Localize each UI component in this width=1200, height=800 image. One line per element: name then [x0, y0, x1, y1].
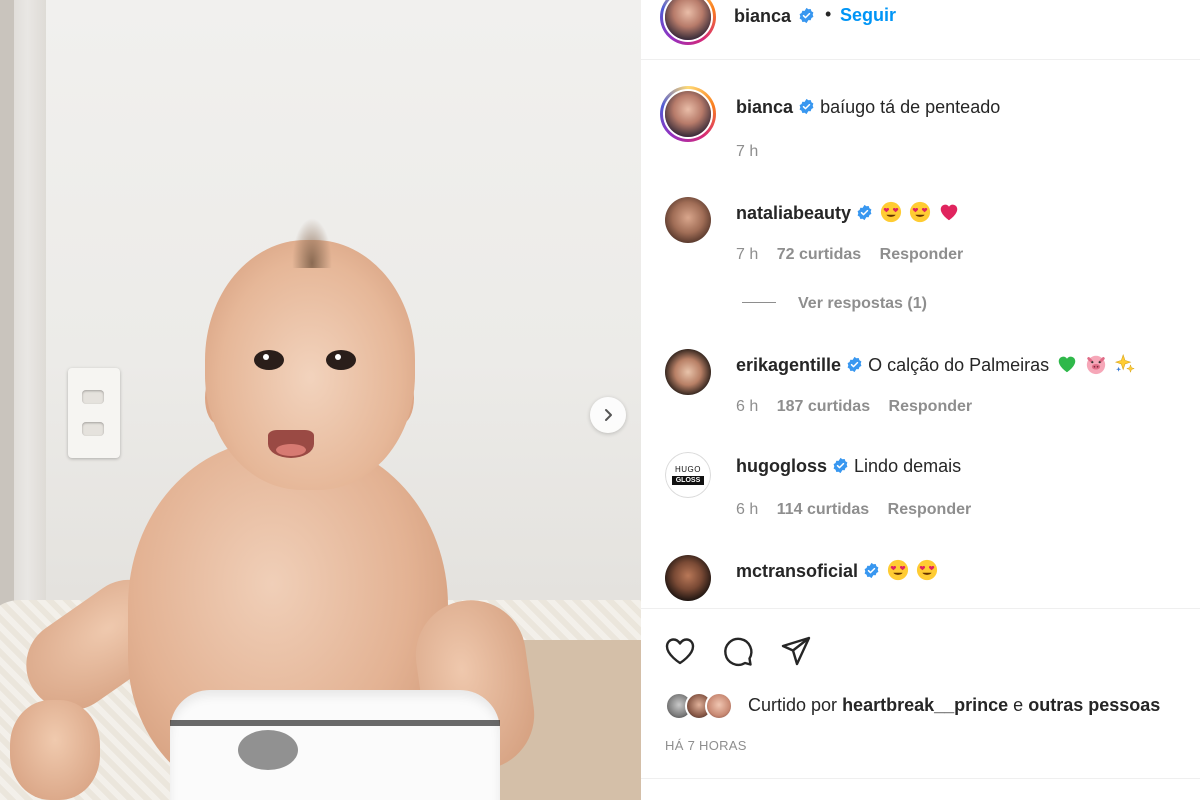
- verified-badge-icon: [833, 457, 848, 474]
- liked-by[interactable]: Curtido por heartbreak__prince e outras …: [665, 692, 1195, 722]
- verified-badge-icon: [864, 562, 879, 579]
- comment-icon[interactable]: [721, 634, 755, 668]
- post-details-panel: bianca • Seguir bianca baíugo tá de pent…: [641, 0, 1200, 800]
- reply-button[interactable]: Responder: [889, 398, 973, 415]
- view-replies-button[interactable]: Ver respostas (1): [742, 295, 927, 313]
- commenter-avatar[interactable]: [665, 555, 711, 601]
- baby-hand-left: [10, 700, 100, 800]
- baby-shorts: [170, 690, 500, 800]
- follow-button[interactable]: Seguir: [840, 5, 896, 26]
- caption-text: baíugo tá de penteado: [820, 97, 1001, 117]
- next-photo-button[interactable]: [590, 397, 626, 433]
- heart-eyes-emoji-icon: [910, 201, 931, 223]
- comment-time: 7 h: [736, 246, 759, 263]
- commenter-username[interactable]: nataliabeauty: [736, 203, 851, 223]
- verified-badge-icon: [857, 204, 872, 221]
- comment-time: 6 h: [736, 501, 759, 518]
- comment-text: Lindo demais: [854, 456, 962, 476]
- reply-button[interactable]: Responder: [880, 246, 964, 263]
- verified-badge-icon: [798, 7, 815, 27]
- caption-avatar[interactable]: [660, 86, 716, 142]
- actions-divider: [641, 608, 1200, 609]
- baby-mouth: [268, 430, 314, 458]
- commenter-avatar[interactable]: HUGO GLOSS: [665, 452, 711, 498]
- caption-time: 7 h: [736, 143, 759, 160]
- light-switch: [68, 368, 120, 458]
- author-avatar[interactable]: [660, 0, 716, 45]
- comment-time: 6 h: [736, 398, 759, 415]
- verified-badge-icon: [847, 356, 862, 373]
- liked-by-conj: e: [1013, 695, 1024, 715]
- comment-likes[interactable]: 72 curtidas: [777, 246, 861, 263]
- separator-dot: •: [825, 4, 832, 24]
- post-header: bianca • Seguir: [641, 0, 1200, 60]
- bottom-divider: [641, 778, 1200, 779]
- view-replies-label: Ver respostas (1): [798, 295, 927, 312]
- replies-line: [742, 302, 776, 303]
- heart-eyes-emoji-icon: [887, 559, 909, 581]
- hugogloss-logo: HUGO GLOSS: [665, 452, 711, 498]
- liker-avatar: [705, 692, 733, 720]
- commenter-username[interactable]: hugogloss: [736, 456, 827, 476]
- caption-username[interactable]: bianca: [736, 97, 793, 117]
- baby-head: [205, 240, 415, 490]
- liked-by-others[interactable]: outras pessoas: [1028, 695, 1160, 715]
- next-arrow-icon: [605, 409, 612, 421]
- pig-face-emoji-icon: [1087, 355, 1106, 375]
- verified-badge-icon: [799, 98, 814, 115]
- baby-hair: [292, 218, 332, 268]
- comment-likes[interactable]: 114 curtidas: [777, 501, 870, 518]
- heart-eyes-emoji-icon: [880, 201, 902, 223]
- liked-by-prefix: Curtido por: [748, 695, 838, 715]
- comment-likes[interactable]: 187 curtidas: [777, 398, 870, 415]
- heart-eyes-emoji-icon: [917, 559, 938, 581]
- reply-button[interactable]: Responder: [888, 501, 972, 518]
- post-timestamp[interactable]: HÁ 7 HORAS: [665, 738, 747, 753]
- author-username[interactable]: bianca: [734, 6, 791, 27]
- heart-icon[interactable]: [663, 634, 697, 668]
- commenter-avatar[interactable]: [665, 349, 711, 395]
- post-photo: [0, 0, 641, 800]
- commenter-username[interactable]: erikagentille: [736, 355, 841, 375]
- red-heart-emoji-icon: [940, 204, 958, 221]
- baby-eye-left: [254, 350, 284, 370]
- commenter-avatar[interactable]: [665, 197, 711, 243]
- share-icon[interactable]: [779, 634, 813, 668]
- liked-by-user[interactable]: heartbreak__prince: [842, 695, 1008, 715]
- baby-eye-right: [326, 350, 356, 370]
- comment-text: O calção do Palmeiras: [868, 355, 1050, 375]
- green-heart-emoji-icon: [1058, 356, 1076, 373]
- commenter-username[interactable]: mctransoficial: [736, 561, 858, 581]
- sparkles-emoji-icon: [1115, 353, 1136, 373]
